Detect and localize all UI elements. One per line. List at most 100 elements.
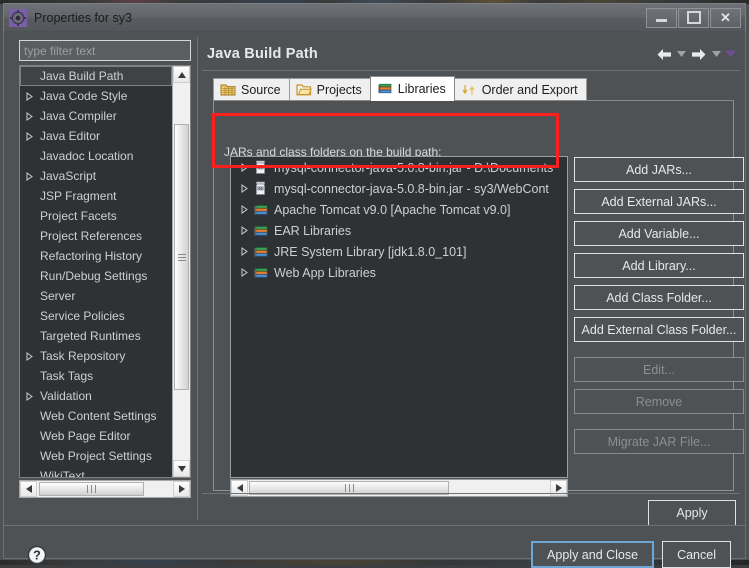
settings-navigation-pane: Java Build Path Java Code Style Java Com… [13, 37, 195, 502]
tab-order-and-export[interactable]: Order and Export [453, 78, 587, 101]
jar-list-item[interactable]: 010 mysql-connector-java-5.0.8-bin.jar -… [231, 157, 567, 178]
sidebar-item-java-editor[interactable]: Java Editor [20, 126, 172, 146]
sidebar-item-jsp-fragment[interactable]: JSP Fragment [20, 186, 172, 206]
libraries-action-buttons: Add JARs... Add External JARs... Add Var… [574, 157, 744, 461]
button-label: Add JARs... [626, 162, 692, 177]
tab-source[interactable]: Source [213, 78, 290, 101]
expand-twisty-icon[interactable] [237, 226, 253, 235]
dialog-body: Java Build Path Java Code Style Java Com… [3, 31, 746, 568]
gear-icon [9, 8, 27, 27]
expand-twisty-icon[interactable] [237, 184, 253, 193]
minimize-button[interactable] [646, 7, 677, 28]
add-library-button[interactable]: Add Library... [574, 253, 744, 278]
sidebar-item-web-content-settings[interactable]: Web Content Settings [20, 406, 172, 426]
scroll-up-button[interactable] [173, 66, 190, 83]
projects-folder-icon [296, 83, 312, 97]
sidebar-item-label: Run/Debug Settings [40, 269, 148, 283]
sidebar-item-javascript[interactable]: JavaScript [20, 166, 172, 186]
expand-twisty-icon[interactable] [23, 351, 37, 361]
jar-list-item[interactable]: Apache Tomcat v9.0 [Apache Tomcat v9.0] [231, 199, 567, 220]
filter-input[interactable] [19, 40, 191, 61]
sidebar-item-label: Web Project Settings [40, 449, 152, 463]
button-label: Add Library... [622, 258, 696, 273]
expand-twisty-icon[interactable] [23, 91, 37, 101]
sidebar-item-javadoc-location[interactable]: Javadoc Location [20, 146, 172, 166]
sidebar-item-java-compiler[interactable]: Java Compiler [20, 106, 172, 126]
add-jars-button[interactable]: Add JARs... [574, 157, 744, 182]
maximize-button[interactable] [678, 7, 709, 28]
sidebar-item-validation[interactable]: Validation [20, 386, 172, 406]
sidebar-item-run-debug-settings[interactable]: Run/Debug Settings [20, 266, 172, 286]
sidebar-item-label: Java Code Style [40, 89, 128, 103]
sidebar-item-task-repository[interactable]: Task Repository [20, 346, 172, 366]
dialog-footer: ? Apply and Close Cancel [4, 526, 745, 568]
tree-vertical-scrollbar[interactable] [172, 66, 190, 477]
button-label: Add Variable... [618, 226, 700, 241]
expand-twisty-icon[interactable] [23, 391, 37, 401]
add-class-folder-button[interactable]: Add Class Folder... [574, 285, 744, 310]
sidebar-item-wikitext[interactable]: WikiText [20, 466, 172, 477]
scroll-left-button[interactable] [20, 481, 37, 497]
expand-twisty-icon[interactable] [237, 268, 253, 277]
sidebar-item-targeted-runtimes[interactable]: Targeted Runtimes [20, 326, 172, 346]
sidebar-item-label: Project References [40, 229, 143, 243]
edit-button: Edit... [574, 357, 744, 382]
arrow-right-icon[interactable] [690, 45, 708, 63]
tree-horizontal-scrollbar[interactable] [19, 480, 191, 498]
sidebar-item-label: Validation [40, 389, 92, 403]
apply-button[interactable]: Apply [648, 500, 736, 526]
view-menu-chevron-down-icon[interactable] [725, 45, 736, 63]
button-label: Apply and Close [547, 547, 639, 562]
sidebar-item-refactoring-history[interactable]: Refactoring History [20, 246, 172, 266]
button-label: Migrate JAR File... [607, 434, 711, 449]
settings-tree[interactable]: Java Build Path Java Code Style Java Com… [19, 65, 191, 478]
tab-projects[interactable]: Projects [288, 78, 371, 101]
sidebar-item-label: Java Editor [40, 129, 101, 143]
sidebar-item-project-references[interactable]: Project References [20, 226, 172, 246]
add-external-jars-button[interactable]: Add External JARs... [574, 189, 744, 214]
sidebar-item-java-build-path[interactable]: Java Build Path [20, 66, 172, 86]
window-title: Properties for sy3 [34, 10, 132, 25]
sidebar-item-label: Project Facets [40, 209, 117, 223]
tab-libraries[interactable]: Libraries [369, 76, 455, 101]
back-history-chevron-down-icon[interactable] [676, 45, 687, 63]
tab-label: Source [241, 83, 281, 97]
jar-list-item[interactable]: 010 mysql-connector-java-5.0.8-bin.jar -… [231, 178, 567, 199]
sidebar-item-task-tags[interactable]: Task Tags [20, 366, 172, 386]
apply-and-close-button[interactable]: Apply and Close [531, 541, 655, 568]
footer-buttons: Apply and Close Cancel [531, 541, 731, 568]
button-label: Add External Class Folder... [581, 322, 737, 337]
expand-twisty-icon[interactable] [23, 171, 37, 181]
scroll-down-button[interactable] [173, 460, 190, 477]
forward-history-chevron-down-icon[interactable] [711, 45, 722, 63]
jars-list[interactable]: 010 mysql-connector-java-5.0.8-bin.jar -… [230, 156, 568, 478]
jars-horizontal-scrollbar[interactable] [230, 479, 568, 497]
source-folder-icon [220, 83, 236, 97]
cancel-button[interactable]: Cancel [662, 541, 731, 568]
expand-twisty-icon[interactable] [237, 247, 253, 256]
sidebar-item-service-policies[interactable]: Service Policies [20, 306, 172, 326]
sidebar-item-project-facets[interactable]: Project Facets [20, 206, 172, 226]
jar-list-item[interactable]: Web App Libraries [231, 262, 567, 283]
jar-item-label: EAR Libraries [274, 223, 352, 238]
button-label: Cancel [677, 547, 716, 562]
tree-scroll-thumb[interactable] [174, 124, 189, 390]
arrow-left-icon[interactable] [655, 45, 673, 63]
add-external-class-folder-button[interactable]: Add External Class Folder... [574, 317, 744, 342]
add-variable-button[interactable]: Add Variable... [574, 221, 744, 246]
expand-twisty-icon[interactable] [23, 131, 37, 141]
help-question-icon[interactable]: ? [27, 545, 47, 565]
sidebar-item-server[interactable]: Server [20, 286, 172, 306]
sidebar-item-web-project-settings[interactable]: Web Project Settings [20, 446, 172, 466]
jar-list-item[interactable]: JRE System Library [jdk1.8.0_101] [231, 241, 567, 262]
expand-twisty-icon[interactable] [237, 163, 253, 172]
close-button[interactable]: ✕ [710, 7, 741, 28]
sidebar-item-java-code-style[interactable]: Java Code Style [20, 86, 172, 106]
expand-twisty-icon[interactable] [23, 111, 37, 121]
scroll-right-button[interactable] [173, 481, 190, 497]
tree-hscroll-thumb[interactable] [39, 482, 144, 496]
sidebar-item-web-page-editor[interactable]: Web Page Editor [20, 426, 172, 446]
expand-twisty-icon[interactable] [237, 205, 253, 214]
jar-list-item[interactable]: EAR Libraries [231, 220, 567, 241]
title-divider [202, 70, 740, 71]
